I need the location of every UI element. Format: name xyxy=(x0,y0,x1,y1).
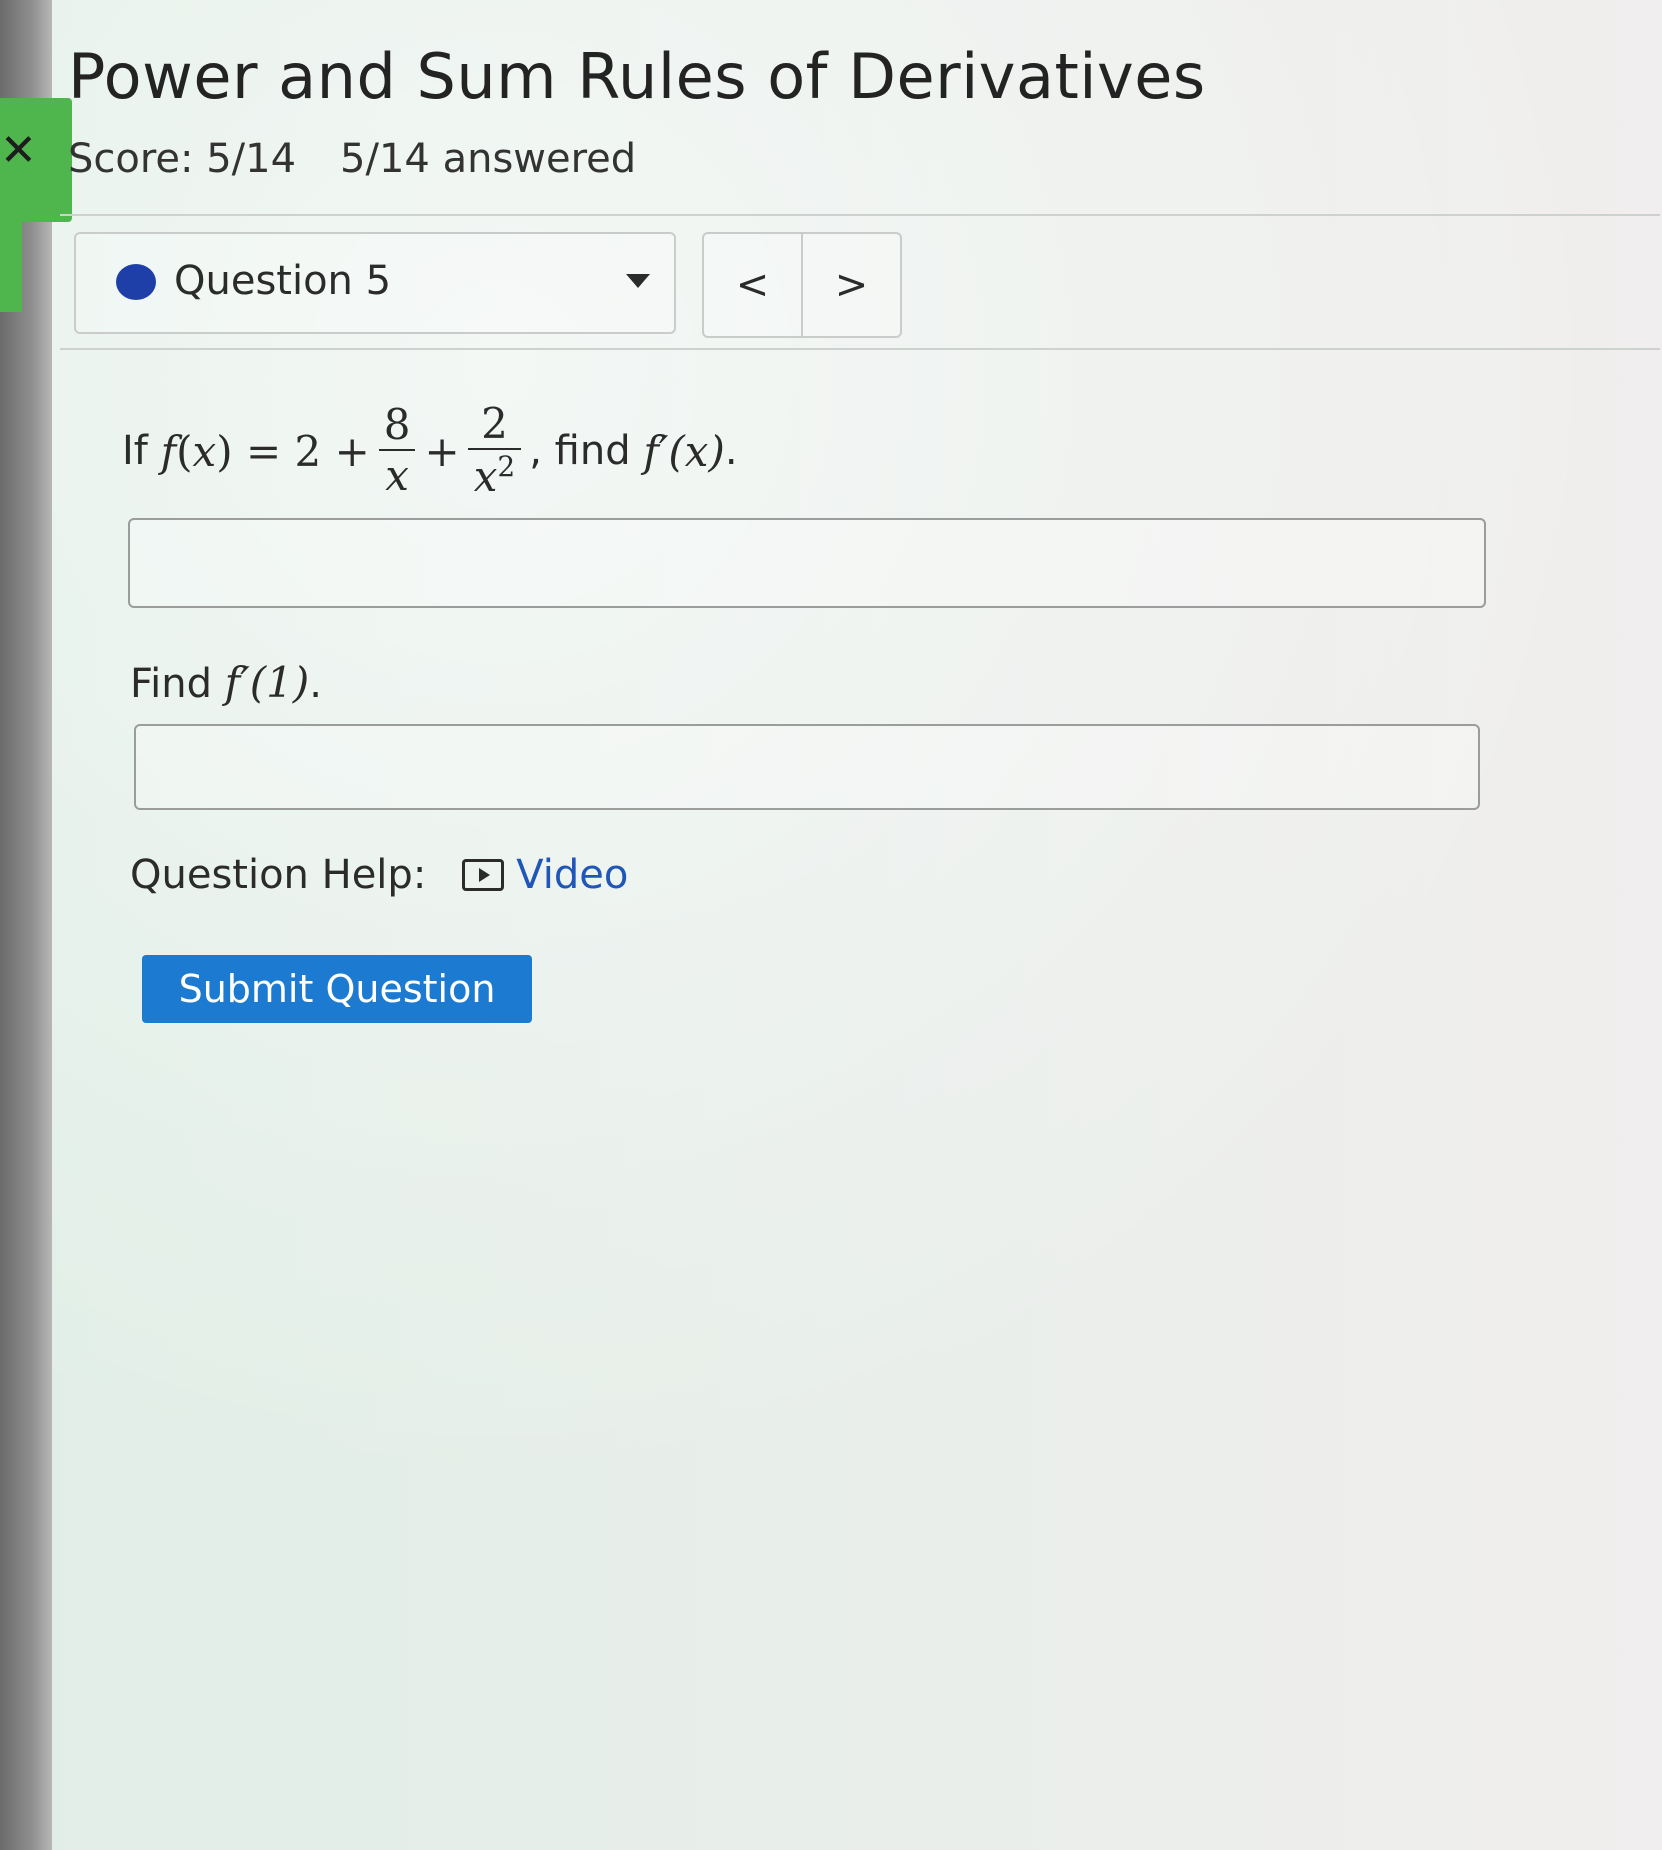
fraction1-numerator: 8 xyxy=(383,400,411,449)
question-selector-label: Question 5 xyxy=(174,258,392,304)
question-help: Question Help: Video xyxy=(130,852,628,898)
fraction2-numerator: 2 xyxy=(481,399,508,448)
answer-input-value[interactable] xyxy=(134,724,1480,810)
question-intro: If xyxy=(122,428,148,475)
part2-suffix: . xyxy=(309,661,322,707)
function-expression: f(x) = 2 + xyxy=(161,427,370,476)
score-text: Score: 5/14 xyxy=(68,136,297,182)
question-help-label: Question Help: xyxy=(130,852,427,898)
part2-target: f′(1) xyxy=(225,658,310,707)
nav-divider xyxy=(60,348,1660,350)
find-text: , find xyxy=(529,428,631,475)
derivative-target-text: f′(x) xyxy=(643,426,725,476)
question-nav-group: < > xyxy=(702,232,902,338)
fraction1-denominator: x xyxy=(385,451,409,501)
video-help-link[interactable]: Video xyxy=(462,852,628,898)
fraction2-denominator: x xyxy=(473,452,498,502)
part2-prompt: Find f′(1). xyxy=(130,658,322,707)
plus-sign: + xyxy=(424,426,460,476)
close-icon[interactable]: ✕ xyxy=(0,129,37,173)
next-question-button[interactable]: > xyxy=(801,234,900,336)
answer-input-derivative[interactable] xyxy=(128,518,1486,608)
variable: x xyxy=(192,426,217,476)
fraction-8-over-x: 8 x xyxy=(378,400,417,502)
page-title: Power and Sum Rules of Derivatives xyxy=(68,40,1206,113)
submit-question-button[interactable]: Submit Question xyxy=(142,955,532,1023)
video-play-icon xyxy=(462,859,505,891)
function-name: f xyxy=(160,426,177,476)
status-tab-lower xyxy=(0,222,22,312)
video-link-label: Video xyxy=(516,852,629,898)
score-line: Score: 5/14 5/14 answered xyxy=(68,136,680,182)
fraction-2-over-x-squared: 2 x2 xyxy=(467,399,522,503)
derivative-target: f′(x) xyxy=(643,427,725,476)
question-prompt: If f(x) = 2 + 8 x + 2 x2 , find f′(x). xyxy=(122,399,738,503)
part2-target-text: f′(1) xyxy=(224,658,310,707)
question-selector[interactable]: Question 5 xyxy=(74,232,676,334)
lparen: ( xyxy=(176,426,193,476)
answered-count: 5/14 answered xyxy=(340,136,637,182)
header-divider xyxy=(60,214,1660,216)
question-status-dot xyxy=(116,264,156,300)
caret-down-icon xyxy=(626,274,650,288)
part2-prefix: Find xyxy=(130,661,212,707)
fraction2-exponent: 2 xyxy=(497,450,516,484)
question-period: . xyxy=(724,428,738,475)
rparen-equals: ) = 2 + xyxy=(216,426,370,476)
prev-question-button[interactable]: < xyxy=(704,234,801,336)
